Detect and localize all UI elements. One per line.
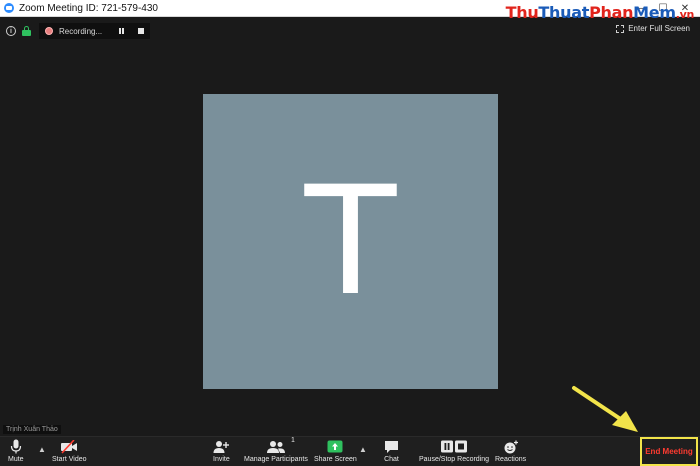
participant-video-tile: T	[203, 94, 498, 389]
pause-stop-icon	[440, 439, 468, 454]
lock-icon[interactable]	[22, 26, 31, 36]
participants-icon: 1	[266, 437, 295, 454]
participant-avatar-initial: T	[304, 154, 397, 329]
participant-count-badge: 1	[291, 437, 295, 444]
pause-recording-icon[interactable]	[119, 28, 124, 34]
meeting-toolbar: Mute ▲ Start Video Invite 1 Manage Parti…	[0, 436, 700, 466]
recording-dot-icon	[45, 27, 53, 35]
share-screen-label: Share Screen	[314, 456, 357, 463]
reactions-icon	[503, 439, 519, 454]
end-meeting-button[interactable]: End Meeting	[640, 437, 698, 466]
meeting-view: i Recording... Enter Full Screen T Trịnh…	[0, 18, 700, 436]
mute-button[interactable]: Mute	[8, 439, 24, 463]
reactions-button[interactable]: Reactions	[495, 439, 526, 463]
share-options-chevron-up-icon[interactable]: ▲	[359, 445, 367, 454]
end-meeting-label: End Meeting	[645, 447, 693, 456]
pause-stop-recording-label: Pause/Stop Recording	[419, 456, 490, 463]
pause-stop-recording-button[interactable]: Pause/Stop Recording	[419, 439, 489, 463]
fullscreen-label: Enter Full Screen	[628, 24, 690, 33]
chat-button[interactable]: Chat	[384, 439, 399, 463]
audio-options-chevron-up-icon[interactable]: ▲	[38, 445, 46, 454]
recording-text: Recording...	[59, 26, 103, 36]
fullscreen-icon	[616, 24, 625, 33]
manage-participants-label: Manage Participants	[244, 456, 308, 463]
chat-label: Chat	[384, 456, 399, 463]
chat-icon	[384, 439, 399, 454]
recording-indicator: Recording...	[39, 23, 150, 39]
microphone-icon	[10, 439, 22, 454]
annotation-arrow-icon	[572, 386, 638, 432]
window-title: Zoom Meeting ID: 721-579-430	[19, 2, 158, 14]
invite-button[interactable]: Invite	[213, 439, 230, 463]
mute-label: Mute	[8, 456, 24, 463]
reactions-label: Reactions	[495, 456, 527, 463]
start-video-button[interactable]: Start Video	[52, 439, 87, 463]
zoom-app-icon	[4, 3, 14, 13]
add-user-icon	[213, 439, 230, 454]
participant-name-label: Trịnh Xuân Thảo	[3, 425, 61, 434]
start-video-label: Start Video	[52, 456, 87, 463]
stop-recording-icon[interactable]	[138, 28, 144, 34]
invite-label: Invite	[213, 456, 230, 463]
enter-full-screen-button[interactable]: Enter Full Screen	[616, 24, 690, 33]
meeting-status-bar: i Recording...	[6, 23, 150, 39]
manage-participants-button[interactable]: 1 Manage Participants	[244, 437, 308, 463]
info-icon[interactable]: i	[6, 26, 16, 36]
video-off-icon	[60, 439, 78, 454]
share-screen-icon	[327, 439, 343, 454]
share-screen-button[interactable]: Share Screen	[314, 439, 357, 463]
